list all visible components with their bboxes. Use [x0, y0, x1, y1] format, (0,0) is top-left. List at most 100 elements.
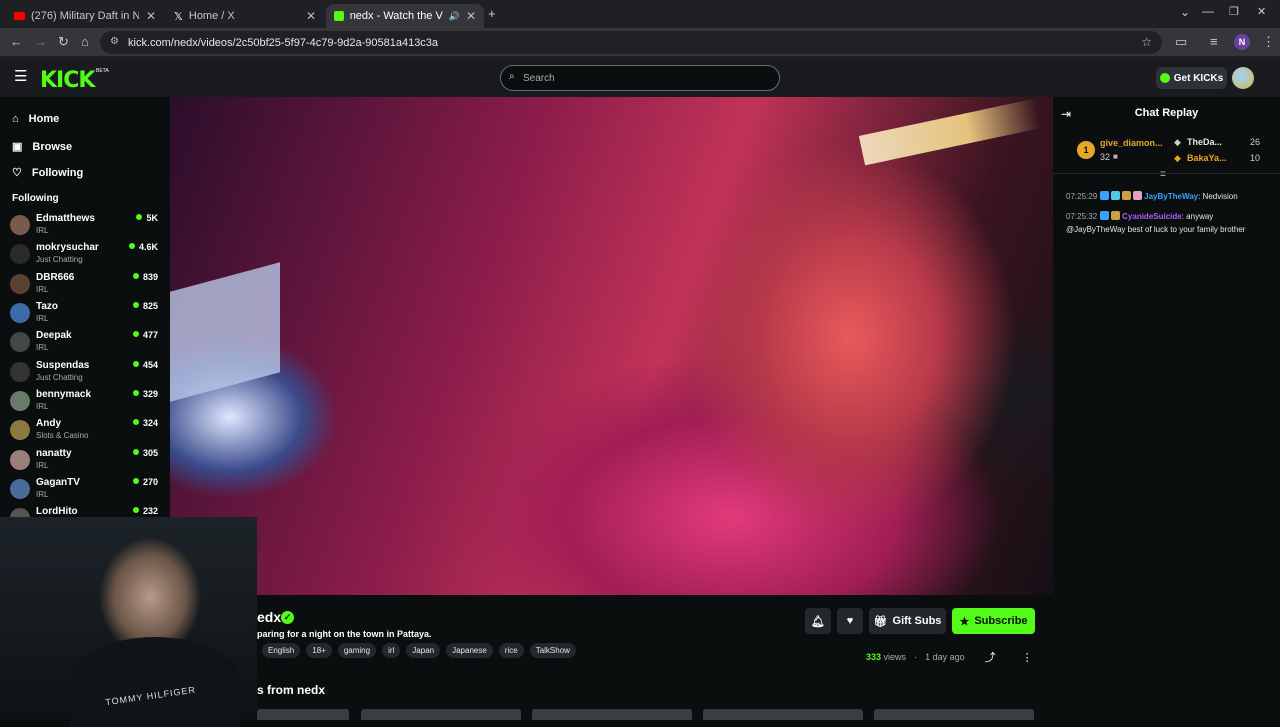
home-icon[interactable]: ⌂	[81, 34, 89, 49]
get-kicks-button[interactable]: Get KICKs	[1156, 67, 1227, 89]
url-field[interactable]: ⚙ kick.com/nedx/videos/2c50bf25-5f97-4c7…	[100, 31, 1162, 54]
reload-icon[interactable]: ↻	[58, 34, 69, 50]
video-thumbnail[interactable]	[703, 709, 863, 720]
new-tab-button[interactable]: +	[488, 6, 496, 21]
profile-avatar[interactable]: N	[1234, 34, 1250, 50]
channel-category: Just Chatting	[36, 373, 83, 382]
followed-channel[interactable]: Andy Slots & Casino 324	[10, 418, 160, 446]
bookmark-star-icon[interactable]: ☆	[1141, 35, 1152, 49]
channel-name: mokrysuchar	[36, 242, 99, 253]
live-dot-icon	[132, 273, 139, 279]
followed-channel[interactable]: DBR666 IRL 839	[10, 272, 160, 300]
followed-channel[interactable]: Suspendas Just Chatting 454	[10, 360, 160, 388]
tag[interactable]: English	[262, 643, 301, 658]
channel-category: IRL	[36, 490, 49, 499]
notification-bell-button[interactable]: 🔔︎	[805, 608, 831, 634]
chat-username[interactable]: CyanideSuicide	[1122, 212, 1182, 221]
top-gifter-count: 32	[1100, 152, 1111, 162]
followed-channel[interactable]: LordHito 232	[10, 506, 160, 517]
gift-subs-button[interactable]: 🎁︎ Gift Subs	[869, 608, 946, 634]
views-label: views	[883, 652, 907, 662]
chat-username[interactable]: JayByTheWay	[1144, 192, 1198, 201]
sidebar-item-following[interactable]: ♡ Following	[12, 166, 84, 180]
viewer-count: 839	[132, 272, 158, 282]
close-icon[interactable]: ✕	[306, 9, 316, 23]
user-badge-icon	[1100, 211, 1110, 220]
subscribe-button[interactable]: ★ Subscribe	[952, 608, 1035, 634]
tag[interactable]: Japan	[406, 643, 441, 658]
expand-pinned-icon[interactable]: ≡	[1160, 169, 1166, 180]
viewer-count: 5K	[136, 213, 158, 223]
channel-name: Deepak	[36, 330, 72, 341]
viewer-count: 329	[132, 389, 158, 399]
home-icon: ⌂	[12, 113, 19, 125]
channel-category: IRL	[36, 314, 49, 323]
hamburger-menu-icon[interactable]: ☰	[14, 67, 27, 85]
followed-channel[interactable]: Edmatthews IRL 5K	[10, 213, 160, 241]
back-arrow-icon[interactable]: ←	[10, 34, 23, 49]
followed-channel[interactable]: Deepak IRL 477	[10, 330, 160, 358]
heart-icon: ♥	[846, 615, 854, 627]
share-icon[interactable]: ⤴	[985, 649, 996, 665]
media-controls-icon[interactable]: ≡	[1210, 34, 1218, 49]
sidebar-item-home[interactable]: ⌂ Home	[12, 113, 59, 125]
tag[interactable]: irl	[382, 643, 401, 658]
viewer-count: 324	[132, 418, 158, 428]
tab-youtube[interactable]: (276) Military Daft in Northern ✕	[6, 4, 164, 28]
tag[interactable]: gaming	[337, 643, 377, 658]
tab-kick[interactable]: nedx - Watch the VOD on K 🔊 ✕	[326, 4, 484, 28]
live-dot-icon	[132, 449, 139, 455]
window-close-button[interactable]: ✕	[1257, 5, 1266, 18]
video-thumbnail[interactable]	[874, 709, 1034, 720]
tab-search-icon[interactable]: ⌄	[1180, 5, 1190, 19]
channel-name: Tazo	[36, 301, 59, 312]
channel-category: IRL	[36, 461, 49, 470]
forward-arrow-icon[interactable]: →	[34, 34, 47, 49]
sidebar-item-browse[interactable]: ▣ Browse	[12, 140, 72, 154]
site-info-icon[interactable]: ⚙	[110, 36, 119, 47]
subscribe-label: Subscribe	[974, 615, 1028, 627]
follow-heart-button[interactable]: ♥	[837, 608, 863, 634]
tag[interactable]: TalkShow	[529, 643, 576, 658]
tab-title: nedx - Watch the VOD on K	[349, 10, 443, 22]
search-input[interactable]: ⌕ Search	[500, 65, 780, 91]
gifter-name[interactable]: BakaYa...	[1187, 153, 1227, 163]
followed-channel[interactable]: nanatty IRL 305	[10, 448, 160, 476]
tag[interactable]: rice	[498, 643, 524, 658]
user-avatar[interactable]	[1232, 67, 1254, 89]
chat-title: Chat Replay	[1134, 107, 1199, 119]
sidebar-item-label: Following	[31, 166, 84, 179]
video-thumbnail[interactable]	[532, 709, 692, 720]
followed-channel[interactable]: bennymack IRL 329	[10, 389, 160, 417]
close-icon[interactable]: ✕	[466, 9, 476, 23]
followed-channel[interactable]: GaganTV IRL 270	[10, 477, 160, 505]
tab-x[interactable]: 𝕏 Home / X ✕	[166, 4, 324, 28]
video-thumbnail[interactable]	[257, 709, 349, 720]
video-thumbnail[interactable]	[361, 709, 521, 720]
tag[interactable]: 18+	[306, 643, 332, 658]
live-dot-icon	[132, 361, 139, 367]
kick-logo[interactable]: KICK	[40, 68, 95, 93]
followed-channel[interactable]: mokrysuchar Just Chatting 4.6K	[10, 242, 160, 270]
tag[interactable]: Japanese	[446, 643, 493, 658]
gifter-name[interactable]: TheDa...	[1187, 137, 1222, 147]
cast-icon[interactable]: ▭	[1175, 34, 1187, 50]
avatar	[10, 391, 30, 411]
tab-title: (276) Military Daft in Northern	[31, 10, 139, 22]
speaker-icon[interactable]: 🔊	[449, 11, 460, 22]
followed-channel[interactable]: Tazo IRL 825	[10, 301, 160, 329]
menu-dots-icon[interactable]: ⋮	[1262, 34, 1275, 50]
video-age: 1 day ago	[925, 652, 965, 662]
close-icon[interactable]: ✕	[146, 9, 156, 23]
video-player[interactable]	[170, 97, 1053, 595]
channel-name[interactable]: edx	[257, 609, 281, 625]
minimize-button[interactable]: —	[1202, 4, 1214, 18]
maximize-button[interactable]: ❐	[1229, 5, 1239, 18]
channel-name: DBR666	[36, 272, 75, 283]
viewer-count: 477	[132, 330, 158, 340]
webcam-overlay: TOMMY HILFIGER	[0, 517, 257, 727]
top-gifter-name[interactable]: give_diamon...	[1100, 138, 1163, 148]
more-options-icon[interactable]: ⋮	[1022, 651, 1033, 664]
kick-icon	[334, 11, 344, 21]
channel-category: Just Chatting	[36, 255, 83, 264]
